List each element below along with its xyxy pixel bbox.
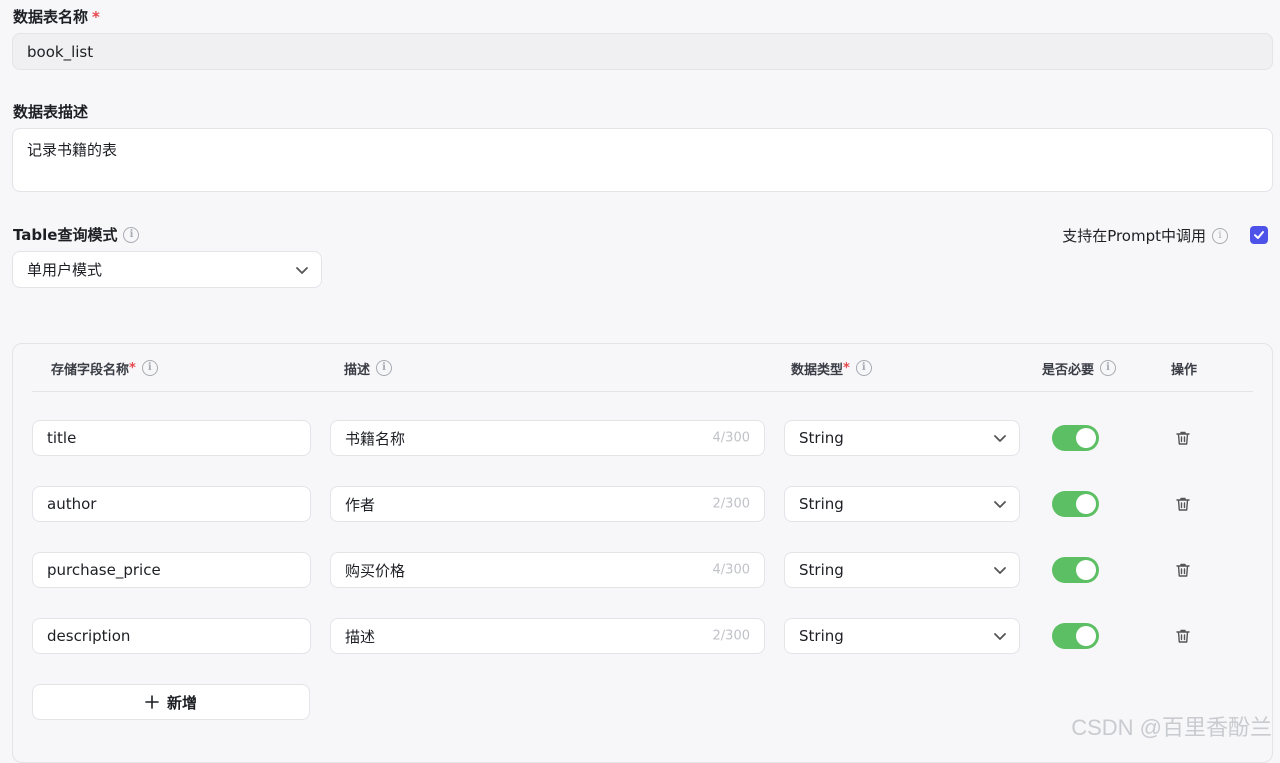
field-name-value: title <box>47 429 77 447</box>
table-desc-textarea[interactable]: 记录书籍的表 <box>12 128 1273 192</box>
table-desc-value: 记录书籍的表 <box>27 141 118 159</box>
chevron-down-icon <box>994 633 1006 640</box>
field-desc-input[interactable]: 购买价格 4/300 <box>330 552 765 588</box>
table-name-label: 数据表名称 * <box>13 6 100 27</box>
watermark: CSDN @百里香酚兰 <box>1071 715 1272 740</box>
table-name-input[interactable]: book_list <box>12 33 1273 70</box>
query-mode-select[interactable]: 单用户模式 <box>12 251 322 288</box>
field-desc-value: 书籍名称 <box>345 429 406 448</box>
char-counter: 2/300 <box>712 628 750 644</box>
field-desc-value: 购买价格 <box>345 561 406 580</box>
required-mark: * <box>129 360 136 376</box>
char-counter: 4/300 <box>712 562 750 578</box>
header-data-type-text: 数据类型 <box>791 362 844 378</box>
trash-icon[interactable] <box>1175 496 1191 512</box>
header-data-type: 数据类型 * i <box>791 359 872 378</box>
field-name-input[interactable]: description <box>32 618 311 654</box>
header-divider <box>32 391 1253 392</box>
toggle-knob <box>1076 494 1096 514</box>
data-type-value: String <box>799 561 844 579</box>
header-description-text: 描述 <box>344 362 371 378</box>
data-type-select[interactable]: String <box>784 552 1020 588</box>
required-toggle[interactable] <box>1052 425 1099 451</box>
info-icon[interactable]: i <box>141 360 158 376</box>
toggle-knob <box>1076 428 1096 448</box>
header-operations: 操作 <box>1171 362 1198 378</box>
add-field-button[interactable]: 新增 <box>32 684 310 720</box>
info-icon[interactable]: i <box>1212 227 1228 244</box>
field-desc-value: 描述 <box>345 627 376 646</box>
header-required-text: 是否必要 <box>1042 362 1095 378</box>
field-name-value: author <box>47 495 97 513</box>
field-desc-value: 作者 <box>345 495 376 514</box>
field-name-input[interactable]: purchase_price <box>32 552 311 588</box>
field-desc-input[interactable]: 描述 2/300 <box>330 618 765 654</box>
data-type-select[interactable]: String <box>784 618 1020 654</box>
chevron-down-icon <box>994 501 1006 508</box>
info-icon[interactable]: i <box>123 226 140 243</box>
header-required: 是否必要 i <box>1042 359 1117 378</box>
chevron-down-icon <box>296 266 308 274</box>
header-description: 描述 i <box>344 359 393 378</box>
trash-icon[interactable] <box>1175 562 1191 578</box>
field-name-input[interactable]: title <box>32 420 311 456</box>
info-icon[interactable]: i <box>1100 360 1117 376</box>
table-desc-label: 数据表描述 <box>13 103 89 121</box>
char-counter: 4/300 <box>712 430 750 446</box>
field-name-input[interactable]: author <box>32 486 311 522</box>
data-type-value: String <box>799 627 844 645</box>
required-toggle[interactable] <box>1052 491 1099 517</box>
field-desc-input[interactable]: 作者 2/300 <box>330 486 765 522</box>
data-type-select[interactable]: String <box>784 420 1020 456</box>
toggle-knob <box>1076 560 1096 580</box>
data-type-select[interactable]: String <box>784 486 1020 522</box>
prompt-support-checkbox[interactable] <box>1250 226 1268 244</box>
trash-icon[interactable] <box>1175 430 1191 446</box>
add-field-label: 新增 <box>166 693 197 712</box>
header-field-name-text: 存储字段名称 <box>51 362 130 378</box>
trash-icon[interactable] <box>1175 628 1191 644</box>
info-icon[interactable]: i <box>376 360 393 376</box>
toggle-knob <box>1076 626 1096 646</box>
check-icon <box>1254 231 1264 239</box>
data-type-value: String <box>799 495 844 513</box>
field-name-value: purchase_price <box>47 561 161 579</box>
query-mode-label-text: Table查询模式 <box>13 226 118 244</box>
chevron-down-icon <box>994 567 1006 574</box>
char-counter: 2/300 <box>712 496 750 512</box>
field-name-value: description <box>47 627 131 645</box>
data-type-value: String <box>799 429 844 447</box>
required-toggle[interactable] <box>1052 623 1099 649</box>
query-mode-value: 单用户模式 <box>27 261 103 279</box>
plus-icon <box>145 695 159 709</box>
query-mode-label: Table查询模式 i <box>13 224 140 245</box>
required-mark: * <box>92 8 100 26</box>
required-toggle[interactable] <box>1052 557 1099 583</box>
required-mark: * <box>843 360 850 376</box>
prompt-support-label: 支持在Prompt中调用 i <box>1062 225 1228 246</box>
header-field-name: 存储字段名称 * i <box>51 359 158 378</box>
table-name-value: book_list <box>27 42 94 61</box>
chevron-down-icon <box>994 435 1006 442</box>
table-name-label-text: 数据表名称 <box>13 8 89 26</box>
info-icon[interactable]: i <box>855 360 872 376</box>
prompt-support-label-text: 支持在Prompt中调用 <box>1062 227 1206 245</box>
field-desc-input[interactable]: 书籍名称 4/300 <box>330 420 765 456</box>
